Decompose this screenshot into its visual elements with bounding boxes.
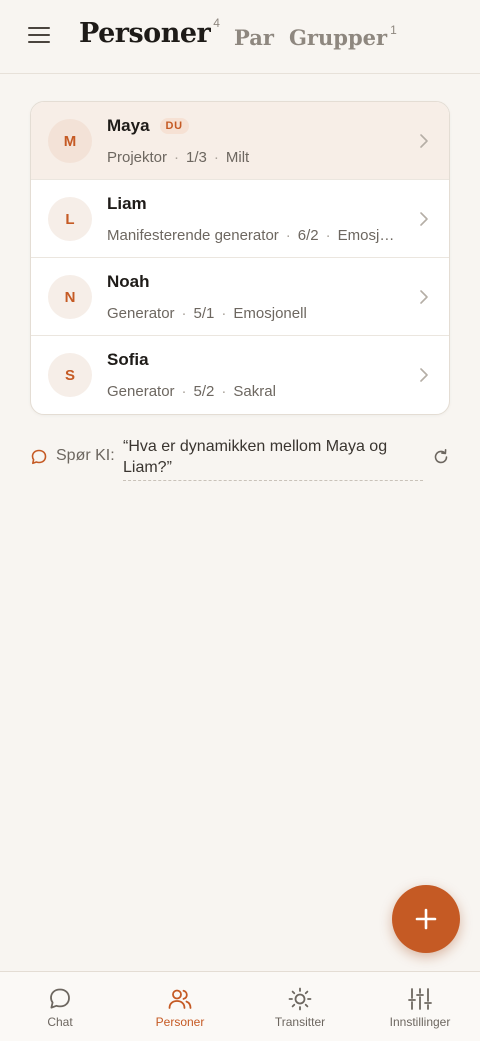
chevron-right-icon [420,368,428,382]
avatar: M [48,119,92,163]
person-type: Generator [107,383,175,400]
speech-bubble-icon [31,449,47,465]
person-type: Generator [107,305,175,322]
separator-dot: · [221,383,227,400]
tab-grupper[interactable]: Grupper 1 [289,23,397,50]
nav-personer-label: Personer [155,1015,205,1029]
avatar: N [48,275,92,319]
nav-chat[interactable]: Chat [0,972,120,1041]
person-authority: Emosjonell [337,227,401,244]
person-meta: Generator · 5/2 · Sakral [107,383,401,400]
refresh-icon[interactable] [432,448,450,466]
nav-transitter[interactable]: Transitter [240,972,360,1041]
person-profile: 1/3 [186,149,207,166]
separator-dot: · [221,305,227,322]
person-row-sofia[interactable]: S Sofia Generator · 5/2 · Sakral [31,336,449,414]
ask-ai-question[interactable]: “Hva er dynamikken mellom Maya og Liam?” [123,436,423,481]
person-profile: 5/2 [193,383,215,400]
person-profile: 6/2 [297,227,319,244]
chevron-right-icon [420,290,428,304]
person-type: Manifesterende generator [107,227,279,244]
app-root: Personer 4 Par Grupper 1 M Maya DU Projekto… [0,0,480,1041]
person-row-maya[interactable]: M Maya DU Projektor · 1/3 · Milt [31,102,449,180]
person-authority: Emosjonell [233,305,307,322]
chat-icon [50,988,70,1009]
chevron-right-icon [420,212,428,226]
chevron-right-icon [420,134,428,148]
avatar: S [48,353,92,397]
tab-personer-count: 4 [213,16,220,30]
person-name: Liam [107,194,147,214]
add-person-button[interactable] [392,885,460,953]
nav-chat-label: Chat [47,1015,73,1029]
people-list: M Maya DU Projektor · 1/3 · Milt L Liam Manif… [30,101,450,415]
person-row-liam[interactable]: L Liam Manifesterende generator · 6/2 · Emos… [31,180,449,258]
tab-personer-label: Personer [79,18,211,49]
person-meta: Projektor · 1/3 · Milt [107,149,401,166]
ask-ai-suggestion: Spør KI: “Hva er dynamikken mellom Maya … [30,436,450,482]
tab-par-label: Par [234,25,274,50]
person-row-noah[interactable]: N Noah Generator · 5/1 · Emosjonell [31,258,449,336]
separator-dot: · [174,149,180,166]
person-profile: 5/1 [193,305,215,322]
ask-ai-label: Spør KI: [56,447,115,464]
separator-dot: · [285,227,291,244]
menu-button[interactable] [28,26,56,48]
person-name: Maya DU [107,116,189,136]
person-meta: Generator · 5/1 · Emosjonell [107,305,401,322]
person-name: Noah [107,272,150,292]
separator-dot: · [213,149,219,166]
you-badge: DU [159,118,189,134]
avatar: L [48,197,92,241]
nav-innstillinger-label: Innstillinger [389,1015,451,1029]
person-name: Sofia [107,350,149,370]
person-meta: Manifesterende generator · 6/2 · Emosjonell [107,227,401,244]
separator-dot: · [325,227,331,244]
tab-grupper-count: 1 [390,23,397,37]
nav-innstillinger[interactable]: Innstillinger [360,972,480,1041]
sun-icon [288,987,312,1011]
person-name-text: Liam [107,194,147,213]
person-authority: Sakral [233,383,276,400]
plus-icon [415,908,437,930]
person-authority: Milt [225,149,250,166]
header: Personer 4 Par Grupper 1 [0,0,480,74]
nav-transitter-label: Transitter [274,1015,326,1029]
separator-dot: · [181,383,187,400]
people-icon [168,989,192,1009]
tab-personer[interactable]: Personer 4 [79,16,220,49]
sliders-icon [408,988,432,1010]
separator-dot: · [181,305,187,322]
person-type: Projektor [107,149,168,166]
person-name-text: Sofia [107,350,149,369]
hamburger-icon [28,27,50,43]
person-name-text: Maya [107,116,150,135]
tab-grupper-label: Grupper [289,25,388,50]
nav-personer[interactable]: Personer [120,972,240,1041]
tab-par[interactable]: Par [234,25,274,50]
person-name-text: Noah [107,272,150,291]
bottom-navigation: Chat Personer Transitter Innstillinger [0,971,480,1041]
